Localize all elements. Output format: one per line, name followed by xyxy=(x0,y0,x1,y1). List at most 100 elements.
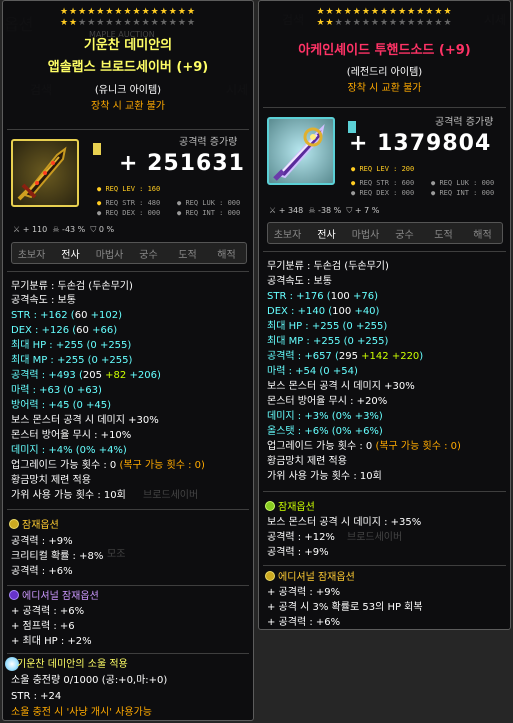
job-class-bar: 초보자 전사 마법사 궁수 도적 해적 xyxy=(11,242,247,264)
stat-scissors: 가위 사용 가능 횟수 : 10회 xyxy=(267,471,382,482)
stat-str-base: 100 xyxy=(330,291,350,302)
divider xyxy=(7,653,249,654)
req-dex-text: REQ DEX : 000 xyxy=(105,209,161,217)
stat-attack-label: 공격력 : +493 xyxy=(11,370,76,381)
job-beginner: 초보자 xyxy=(273,229,302,241)
stat-golden-hammer: 황금망치 제련 적용 xyxy=(11,475,91,486)
sword-mini-icon: ⚔ xyxy=(13,225,21,234)
job-warrior: 전사 xyxy=(317,229,336,241)
job-class-bar: 초보자 전사 마법사 궁수 도적 해적 xyxy=(267,222,503,244)
req-level: ● REQ LEV : 200 xyxy=(351,165,415,173)
stat-str: STR : +176 (100 +76) xyxy=(267,291,378,302)
req-dex: ● REQ DEX : 000 xyxy=(97,209,161,217)
stat-dex-bonus: +66 xyxy=(92,325,114,336)
req-dex-text: REQ DEX : 000 xyxy=(359,189,415,197)
job-pirate: 해적 xyxy=(473,229,492,241)
soul-stat: STR : +24 xyxy=(11,691,62,702)
divider xyxy=(263,251,506,252)
stat-damage: 데미지 : +4% (0% +4%) xyxy=(11,445,127,456)
attack-gain-label: 공격력 증가량 xyxy=(435,117,494,128)
item-tooltip-left: ★★★★★★★★★★★★★★★ ★★★★★★★★★★★★★★★ MAPLE AU… xyxy=(2,0,254,721)
stat-max-hp: 최대 HP : +255 (0 +255) xyxy=(11,340,132,351)
potential-line: 보스 몬스터 공격 시 데미지 : +35% xyxy=(267,517,422,528)
soul-title: 기운찬 데미안의 소울 적용 xyxy=(17,659,128,670)
potential-title-text: 잠재옵션 xyxy=(22,520,59,531)
req-str: ● REQ STR : 600 xyxy=(351,179,415,187)
job-magician: 마법사 xyxy=(351,229,380,241)
star-force-filled: ★★ xyxy=(59,18,79,28)
additional-line: + 공격력 : +6% xyxy=(11,606,85,617)
ghost-item-name: 모조 xyxy=(107,549,126,560)
quick-stat-ignore: 38 % xyxy=(320,206,342,215)
stat-dex-label: DEX : +126 xyxy=(11,325,70,336)
stat-ignore-defense: 몬스터 방어율 무시 : +10% xyxy=(11,430,132,441)
stat-attack-speed: 공격속도 : 보통 xyxy=(267,276,332,287)
attack-gain-value: + 1379804 xyxy=(349,131,492,156)
stat-ignore-defense: 몬스터 방어율 무시 : +20% xyxy=(267,396,388,407)
boss-mini-icon: ☠ xyxy=(52,225,60,234)
divider xyxy=(263,565,506,566)
divider xyxy=(7,271,249,272)
additional-line: + 공격 시 3% 확률로 53의 HP 회복 xyxy=(267,602,423,613)
star-force-row-bottom: ★★★★★★★★★★★★★★★ xyxy=(3,18,253,28)
item-icon xyxy=(267,117,335,185)
req-int-text: REQ INT : 000 xyxy=(185,209,241,217)
item-icon xyxy=(11,139,79,207)
stat-str-label: STR : +176 xyxy=(267,291,324,302)
req-int: ● REQ INT : 000 xyxy=(177,209,241,217)
stat-upgrade-slots: 업그레이드 가능 횟수 : 0 (복구 가능 횟수 : 0) xyxy=(11,460,205,472)
star-force-filled: ★★ xyxy=(316,18,335,28)
soul-skill: 소울 충전 시 '사냥 개시' 사용가능 xyxy=(11,707,152,718)
quick-stat-attack: + 110 xyxy=(22,225,48,234)
req-str-text: REQ STR : 480 xyxy=(105,199,161,207)
item-soul-prefix: 기운찬 데미안의 xyxy=(83,38,173,53)
stat-golden-hammer: 황금망치 제련 적용 xyxy=(267,456,347,467)
quick-stat-attack: + 348 xyxy=(278,206,304,215)
upgrade-slots-text: 업그레이드 가능 횟수 : 0 xyxy=(267,441,373,452)
potential-line: 공격력 : +9% xyxy=(267,547,329,558)
additional-potential-icon xyxy=(265,571,275,581)
item-quick-stats: ⚔ + 348 ☠ -38 % ⛉ + 7 % xyxy=(269,206,379,216)
job-thief: 도적 xyxy=(178,249,197,261)
star-force-row-top: ★★★★★★★★★★★★★★★ xyxy=(59,7,197,17)
potential-line: 공격력 : +12% xyxy=(267,532,335,543)
quick-stat-other: + 7 % xyxy=(354,206,380,215)
item-rarity: (레전드리 아이템) xyxy=(346,67,423,78)
boss-mini-icon: ☠ xyxy=(308,206,316,215)
stat-attack-bonus: +206 xyxy=(129,370,157,381)
additional-line: + 최대 HP : +2% xyxy=(11,636,92,647)
additional-title-text: 에디셔널 잠재옵션 xyxy=(278,572,355,583)
shield-mini-icon: ⛉ xyxy=(346,206,353,215)
stat-str-label: STR : +162 xyxy=(11,310,68,321)
stat-attack-scroll: +142 xyxy=(361,351,389,362)
stat-weapon-type: 무기분류 : 두손검 (두손무기) xyxy=(11,281,133,292)
stat-max-mp: 최대 MP : +255 (0 +255) xyxy=(11,355,133,366)
stat-boss-damage: 보스 몬스터 공격 시 데미지 +30% xyxy=(267,381,415,392)
stat-attack-bonus: +220 xyxy=(391,351,420,362)
shield-mini-icon: ⛉ xyxy=(90,225,97,234)
item-name: 아케인셰이드 투핸드소드 (+9) xyxy=(298,43,471,58)
job-archer: 궁수 xyxy=(139,249,158,261)
trade-restriction: 장착 시 교환 불가 xyxy=(347,83,422,94)
stat-attack-base: 295 xyxy=(338,351,358,362)
job-archer: 궁수 xyxy=(395,229,414,241)
job-pirate: 해적 xyxy=(217,249,236,261)
sword-mini-icon: ⚔ xyxy=(269,206,277,215)
item-flag-icon xyxy=(93,143,101,155)
additional-line: + 점프력 : +6 xyxy=(11,621,75,632)
trade-restriction: 장착 시 교환 불가 xyxy=(91,101,165,112)
stat-scissors: 가위 사용 가능 횟수 : 10회 xyxy=(11,490,126,501)
star-force-empty: ★★★★★★★★★★★★★ xyxy=(334,18,453,28)
stat-defense: 방어력 : +45 (0 +45) xyxy=(11,400,112,411)
req-level: ● REQ LEV : 160 xyxy=(97,185,161,193)
stat-attack: 공격력 : +657 (295 +142 +220) xyxy=(267,351,424,362)
additional-potential-icon xyxy=(9,590,19,600)
stat-dex-label: DEX : +140 xyxy=(267,306,326,317)
additional-title-text: 에디셔널 잠재옵션 xyxy=(22,591,99,602)
two-hand-sword-icon xyxy=(273,123,325,181)
job-warrior: 전사 xyxy=(61,249,80,261)
divider xyxy=(7,509,249,510)
soul-charge: 소울 충전량 0/1000 (공:+0,마:+0) xyxy=(11,675,168,686)
req-luk-text: REQ LUK : 000 xyxy=(439,179,495,187)
req-luk: ● REQ LUK : 000 xyxy=(431,179,495,187)
